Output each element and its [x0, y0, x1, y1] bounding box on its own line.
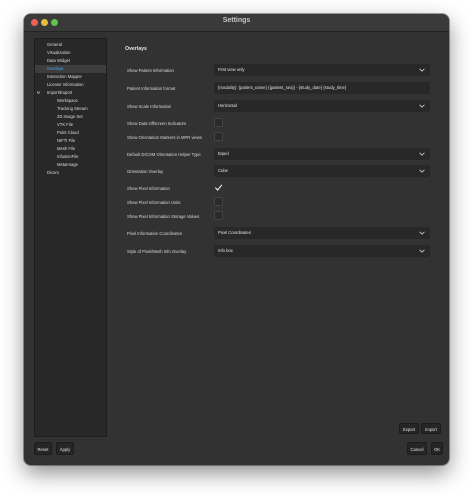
sidebar-item-label: Overlays: [47, 66, 64, 71]
export-button[interactable]: Export: [399, 423, 419, 434]
sidebar-item-overlays[interactable]: Overlays: [35, 65, 106, 73]
sidebar-item-label: MetaImage: [57, 162, 78, 167]
show-data-offscreen-indicators-label: Show Data Offscreen Indicators: [127, 121, 187, 126]
sidebar-item-data-widget[interactable]: Data Widget: [35, 57, 105, 65]
sidebar-item-point-cloud[interactable]: Point Cloud: [35, 129, 105, 137]
sidebar-item-license-information[interactable]: License Information: [35, 81, 105, 89]
settings-sidebar: General Visualization Data Widget Overla…: [34, 38, 107, 437]
sidebar-item-label: Interaction Mapper: [47, 74, 82, 79]
sidebar-item-nifti-file[interactable]: NIFTI File: [35, 137, 105, 145]
chevron-down-icon: [419, 249, 425, 253]
show-orientation-markers-label: Show Orientation Markers in MPR views: [127, 135, 202, 140]
show-data-offscreen-indicators-checkbox[interactable]: [214, 118, 223, 127]
sidebar-item-label: Import/Export: [47, 90, 73, 95]
sidebar-item-label: Dicom: [47, 170, 59, 175]
sidebar-item-label: VTK File: [57, 122, 74, 127]
sidebar-item-label: Mesh File: [57, 146, 76, 151]
sidebar-item-general[interactable]: General: [35, 41, 105, 49]
sidebar-item-label: NIFTI File: [57, 138, 76, 143]
import-button[interactable]: Import: [421, 423, 441, 434]
select-value: Pixel Coordinates: [218, 230, 251, 235]
show-orientation-markers-checkbox[interactable]: [214, 132, 223, 141]
sidebar-item-tracking-stream[interactable]: Tracking Stream: [35, 105, 105, 113]
sidebar-item-metaimage[interactable]: MetaImage: [35, 161, 105, 169]
sidebar-item-label: Visualization: [47, 50, 71, 55]
sidebar-item-label: Data Widget: [47, 58, 71, 63]
show-pixel-information-units-label: Show Pixel Information Units: [127, 200, 181, 205]
sidebar-item-import-export[interactable]: Import/Export: [35, 89, 105, 97]
select-value: First view only: [218, 67, 245, 72]
sidebar-item-label: Point Cloud: [57, 130, 79, 135]
apply-button[interactable]: Apply: [56, 442, 74, 455]
sidebar-item-label: InfusionFile: [57, 154, 79, 159]
chevron-down-icon: [419, 68, 425, 72]
sidebar-item-label: Workspace: [57, 98, 78, 103]
sidebar-item-vtk-file[interactable]: VTK File: [35, 121, 105, 129]
patient-information-format-input[interactable]: {modality}: {patient_name} ({patient_sex…: [214, 82, 430, 94]
overlays-panel: Overlays Show Patient Information First …: [115, 38, 441, 438]
show-scale-information-label: Show Scale Information: [127, 104, 172, 109]
default-dicom-orientation-helper-type-select[interactable]: Biped: [214, 148, 430, 160]
show-pixel-information-storage-values-checkbox[interactable]: [214, 211, 223, 220]
chevron-down-icon: [419, 152, 425, 156]
ok-button[interactable]: OK: [431, 442, 443, 455]
sidebar-item-workspace[interactable]: Workspace: [35, 97, 105, 105]
chevron-down-icon: [419, 169, 425, 173]
checkmark-icon: [214, 184, 223, 191]
sidebar-item-infusion-file[interactable]: InfusionFile: [35, 153, 105, 161]
title-bar: Settings: [24, 14, 449, 32]
chevron-down-icon: [419, 231, 425, 235]
sidebar-item-label: 2D Image Set: [57, 114, 83, 119]
sidebar-item-mesh-file[interactable]: Mesh File: [35, 145, 105, 153]
section-title: Overlays: [125, 46, 147, 52]
orientation-overlay-label: Orientation Overlay: [127, 169, 164, 174]
show-patient-information-select[interactable]: First view only: [214, 64, 430, 76]
sidebar-item-dicom[interactable]: Dicom: [35, 169, 105, 177]
select-value: Horizontal: [218, 103, 237, 108]
select-value: Cube: [218, 168, 229, 173]
show-scale-information-select[interactable]: Horizontal: [214, 100, 430, 112]
settings-window: Settings General Visualization Data Widg…: [24, 14, 449, 465]
reset-button[interactable]: Reset: [34, 442, 52, 455]
select-value: Biped: [218, 151, 229, 156]
pixel-information-coordinates-select[interactable]: Pixel Coordinates: [214, 227, 430, 239]
chevron-down-icon[interactable]: [36, 90, 41, 95]
style-pixel-mesh-info-overlay-select[interactable]: Info box: [214, 245, 430, 257]
cancel-button[interactable]: Cancel: [407, 442, 427, 455]
chevron-down-icon: [419, 104, 425, 108]
sidebar-item-2d-image-set[interactable]: 2D Image Set: [35, 113, 105, 121]
select-value: Info box: [218, 248, 233, 253]
sidebar-item-visualization[interactable]: Visualization: [35, 49, 105, 57]
orientation-overlay-select[interactable]: Cube: [214, 165, 430, 177]
patient-information-format-label: Patient Information format: [127, 86, 176, 91]
sidebar-item-label: License Information: [47, 82, 84, 87]
pixel-information-coordinates-label: Pixel Information Coordinates: [127, 231, 182, 236]
default-dicom-orientation-helper-type-label: Default DICOM Orientation Helper Type: [127, 152, 201, 157]
show-pixel-information-checkbox[interactable]: [214, 183, 223, 192]
sidebar-item-label: General: [47, 42, 62, 47]
show-pixel-information-units-checkbox[interactable]: [214, 197, 223, 206]
window-title: Settings: [222, 17, 251, 24]
sidebar-item-label: Tracking Stream: [57, 106, 88, 111]
style-pixel-mesh-info-overlay-label: Style of Pixel/Mesh Info Overlay: [127, 249, 187, 254]
show-patient-information-label: Show Patient Information: [127, 68, 174, 73]
show-pixel-information-label: Show Pixel Information: [127, 186, 170, 191]
sidebar-item-interaction-mapper[interactable]: Interaction Mapper: [35, 73, 105, 81]
show-pixel-information-storage-values-label: Show Pixel Information Storage Values: [127, 214, 200, 219]
